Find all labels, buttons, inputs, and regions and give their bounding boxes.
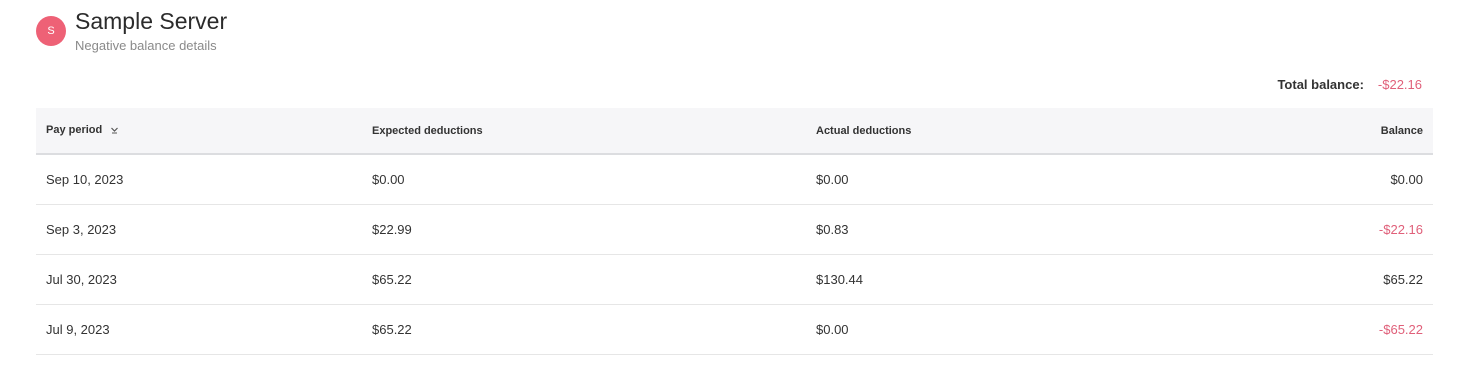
page-header: S Sample Server Negative balance details	[36, 8, 227, 55]
chevron-down-icon[interactable]	[110, 125, 119, 137]
column-header-pay-period[interactable]: Pay period	[36, 124, 372, 136]
column-header-pay-period-label: Pay period	[46, 124, 103, 137]
column-header-balance: Balance	[1380, 124, 1423, 137]
total-balance-label: Total balance:	[1277, 77, 1364, 92]
cell-actual-deductions: $0.83	[816, 222, 849, 237]
table-row: Jul 9, 2023 $65.22 $0.00 -$65.22	[36, 305, 1433, 355]
cell-pay-period: Sep 10, 2023	[46, 172, 124, 187]
cell-actual-deductions: $130.44	[816, 272, 863, 287]
table-row: Jul 30, 2023 $65.22 $130.44 $65.22	[36, 255, 1433, 305]
cell-actual-deductions: $0.00	[816, 322, 849, 337]
table-row: Sep 10, 2023 $0.00 $0.00 $0.00	[36, 155, 1433, 205]
table-row: Sep 3, 2023 $22.99 $0.83 -$22.16	[36, 205, 1433, 255]
column-header-expected-deductions: Expected deductions	[372, 124, 483, 137]
total-balance: Total balance: -$22.16	[1277, 77, 1422, 92]
cell-expected-deductions: $22.99	[372, 222, 412, 237]
total-balance-value: -$22.16	[1377, 77, 1422, 92]
balance-table: Pay period Expected deductions Actual de…	[36, 108, 1433, 355]
cell-balance: $0.00	[1390, 172, 1423, 187]
page-subtitle: Negative balance details	[75, 38, 217, 53]
page-title: Sample Server	[75, 8, 228, 34]
cell-pay-period: Jul 30, 2023	[46, 272, 117, 287]
cell-pay-period: Jul 9, 2023	[46, 322, 110, 337]
avatar: S	[36, 16, 66, 46]
column-header-actual-deductions: Actual deductions	[816, 124, 912, 137]
cell-actual-deductions: $0.00	[816, 172, 849, 187]
cell-balance: -$22.16	[1378, 222, 1423, 237]
cell-expected-deductions: $65.22	[372, 272, 412, 287]
cell-pay-period: Sep 3, 2023	[46, 222, 117, 237]
table-header: Pay period Expected deductions Actual de…	[36, 108, 1433, 155]
cell-expected-deductions: $0.00	[372, 172, 405, 187]
page: S Sample Server Negative balance details…	[0, 0, 1457, 387]
cell-balance: $65.22	[1383, 272, 1423, 287]
cell-expected-deductions: $65.22	[372, 322, 412, 337]
cell-balance: -$65.22	[1378, 322, 1423, 337]
title-block: Sample Server Negative balance details	[75, 8, 227, 55]
